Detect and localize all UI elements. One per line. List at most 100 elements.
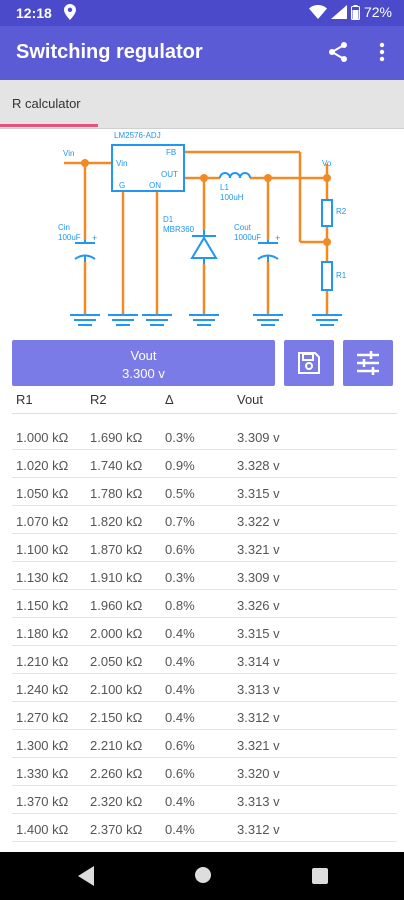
table-row[interactable]: 1.240 kΩ 2.100 kΩ 0.4% 3.313 v xyxy=(12,674,397,702)
save-icon xyxy=(298,352,320,374)
tab-indicator xyxy=(0,124,98,127)
cell-r1: 1.000 kΩ xyxy=(16,430,69,445)
pin-out: OUT xyxy=(161,170,178,179)
signal-icon xyxy=(330,5,347,19)
more-vert-icon[interactable] xyxy=(372,40,392,64)
cell-r1: 1.400 kΩ xyxy=(16,822,69,837)
cell-r1: 1.130 kΩ xyxy=(16,570,69,585)
cell-r2: 2.320 kΩ xyxy=(90,794,143,809)
cout-value: 1000uF xyxy=(234,233,261,242)
cell-vout: 3.315 v xyxy=(237,486,280,501)
cell-r2: 2.100 kΩ xyxy=(90,682,143,697)
cell-delta: 0.4% xyxy=(165,626,195,641)
app-title: Switching regulator xyxy=(16,41,203,63)
cell-delta: 0.3% xyxy=(165,430,195,445)
vo-label: Vo xyxy=(322,159,332,168)
cell-delta: 0.5% xyxy=(165,486,195,501)
cell-vout: 3.313 v xyxy=(237,794,280,809)
d1-part: MBR360 xyxy=(163,225,195,234)
table-row[interactable]: 1.100 kΩ 1.870 kΩ 0.6% 3.321 v xyxy=(12,534,397,562)
cell-delta: 0.4% xyxy=(165,654,195,669)
table-row[interactable]: 1.070 kΩ 1.820 kΩ 0.7% 3.322 v xyxy=(12,506,397,534)
cell-delta: 0.8% xyxy=(165,598,195,613)
table-row[interactable]: 1.180 kΩ 2.000 kΩ 0.4% 3.315 v xyxy=(12,618,397,646)
back-icon[interactable] xyxy=(78,866,94,886)
circuit-wires xyxy=(64,150,329,315)
table-row[interactable]: 1.020 kΩ 1.740 kΩ 0.9% 3.328 v xyxy=(12,450,397,478)
pin-on: ON xyxy=(149,181,161,190)
cell-r2: 2.050 kΩ xyxy=(90,654,143,669)
battery-percent: 72% xyxy=(363,4,392,20)
resistor-r1 xyxy=(321,261,333,291)
tab-bar: R calculator xyxy=(0,80,404,129)
l1-value: 100uH xyxy=(220,193,244,202)
tab-r-calculator[interactable]: R calculator xyxy=(12,96,81,111)
cell-r2: 2.000 kΩ xyxy=(90,626,143,641)
vout-value: 3.300 v xyxy=(122,366,165,381)
cell-r1: 1.300 kΩ xyxy=(16,738,69,753)
r2-label: R2 xyxy=(336,207,347,216)
cell-r1: 1.330 kΩ xyxy=(16,766,69,781)
d1-name: D1 xyxy=(163,215,174,224)
cell-vout: 3.315 v xyxy=(237,626,280,641)
cell-r1: 1.020 kΩ xyxy=(16,458,69,473)
circuit-schematic: LM2576-ADJ Vin FB OUT G ON Vin Vo L1 100… xyxy=(58,131,347,326)
cell-vout: 3.321 v xyxy=(237,542,280,557)
table-row[interactable]: 1.300 kΩ 2.210 kΩ 0.6% 3.321 v xyxy=(12,730,397,758)
cell-delta: 0.3% xyxy=(165,570,195,585)
cell-delta: 0.6% xyxy=(165,766,195,781)
cell-r2: 1.690 kΩ xyxy=(90,430,143,445)
header-vout: Vout xyxy=(237,392,264,407)
cin-name: Cin xyxy=(58,223,70,232)
l1-name: L1 xyxy=(220,183,229,192)
cell-r2: 2.150 kΩ xyxy=(90,710,143,725)
cell-r1: 1.210 kΩ xyxy=(16,654,69,669)
table-row[interactable]: 1.330 kΩ 2.260 kΩ 0.6% 3.320 v xyxy=(12,758,397,786)
cell-vout: 3.322 v xyxy=(237,514,280,529)
cell-r2: 1.780 kΩ xyxy=(90,486,143,501)
junction-dots xyxy=(81,159,331,246)
navigation-bar xyxy=(0,852,404,900)
cell-vout: 3.309 v xyxy=(237,570,280,585)
tune-icon xyxy=(357,351,379,375)
cell-r1: 1.070 kΩ xyxy=(16,514,69,529)
table-row[interactable]: 1.130 kΩ 1.910 kΩ 0.3% 3.309 v xyxy=(12,562,397,590)
table-row[interactable]: 1.400 kΩ 2.370 kΩ 0.4% 3.312 v xyxy=(12,814,397,842)
save-button[interactable] xyxy=(284,340,334,386)
share-icon[interactable] xyxy=(326,40,350,64)
cell-delta: 0.4% xyxy=(165,682,195,697)
cell-delta: 0.4% xyxy=(165,822,195,837)
status-bar: 12:18 72% xyxy=(0,0,404,26)
capacitor-symbols xyxy=(74,240,279,262)
cell-r1: 1.050 kΩ xyxy=(16,486,69,501)
pin-vin: Vin xyxy=(116,159,127,168)
cell-r2: 1.740 kΩ xyxy=(90,458,143,473)
cell-r2: 2.210 kΩ xyxy=(90,738,143,753)
cell-r1: 1.270 kΩ xyxy=(16,710,69,725)
header-r2: R2 xyxy=(90,392,107,407)
cell-vout: 3.321 v xyxy=(237,738,280,753)
cell-r2: 1.960 kΩ xyxy=(90,598,143,613)
vout-button[interactable]: Vout 3.300 v xyxy=(12,340,275,386)
table-row[interactable]: 1.050 kΩ 1.780 kΩ 0.5% 3.315 v xyxy=(12,478,397,506)
cell-vout: 3.320 v xyxy=(237,766,280,781)
vin-label: Vin xyxy=(63,149,74,158)
cell-r2: 1.910 kΩ xyxy=(90,570,143,585)
cell-r2: 1.870 kΩ xyxy=(90,542,143,557)
cell-delta: 0.4% xyxy=(165,794,195,809)
table-row[interactable]: 1.370 kΩ 2.320 kΩ 0.4% 3.313 v xyxy=(12,786,397,814)
table-row[interactable]: 1.000 kΩ 1.690 kΩ 0.3% 3.309 v xyxy=(12,422,397,450)
cout-plus: + xyxy=(275,233,280,243)
ground-symbols xyxy=(70,314,342,326)
recents-icon[interactable] xyxy=(312,868,328,884)
table-row[interactable]: 1.210 kΩ 2.050 kΩ 0.4% 3.314 v xyxy=(12,646,397,674)
results-list: 1.000 kΩ 1.690 kΩ 0.3% 3.309 v 1.020 kΩ 1.740… xyxy=(0,422,404,842)
home-icon[interactable] xyxy=(194,866,212,884)
header-delta: Δ xyxy=(165,392,174,407)
resistor-r2 xyxy=(321,199,333,227)
r1-label: R1 xyxy=(336,271,347,280)
cout-name: Cout xyxy=(234,223,252,232)
table-row[interactable]: 1.270 kΩ 2.150 kΩ 0.4% 3.312 v xyxy=(12,702,397,730)
tune-button[interactable] xyxy=(343,340,393,386)
table-row[interactable]: 1.150 kΩ 1.960 kΩ 0.8% 3.326 v xyxy=(12,590,397,618)
